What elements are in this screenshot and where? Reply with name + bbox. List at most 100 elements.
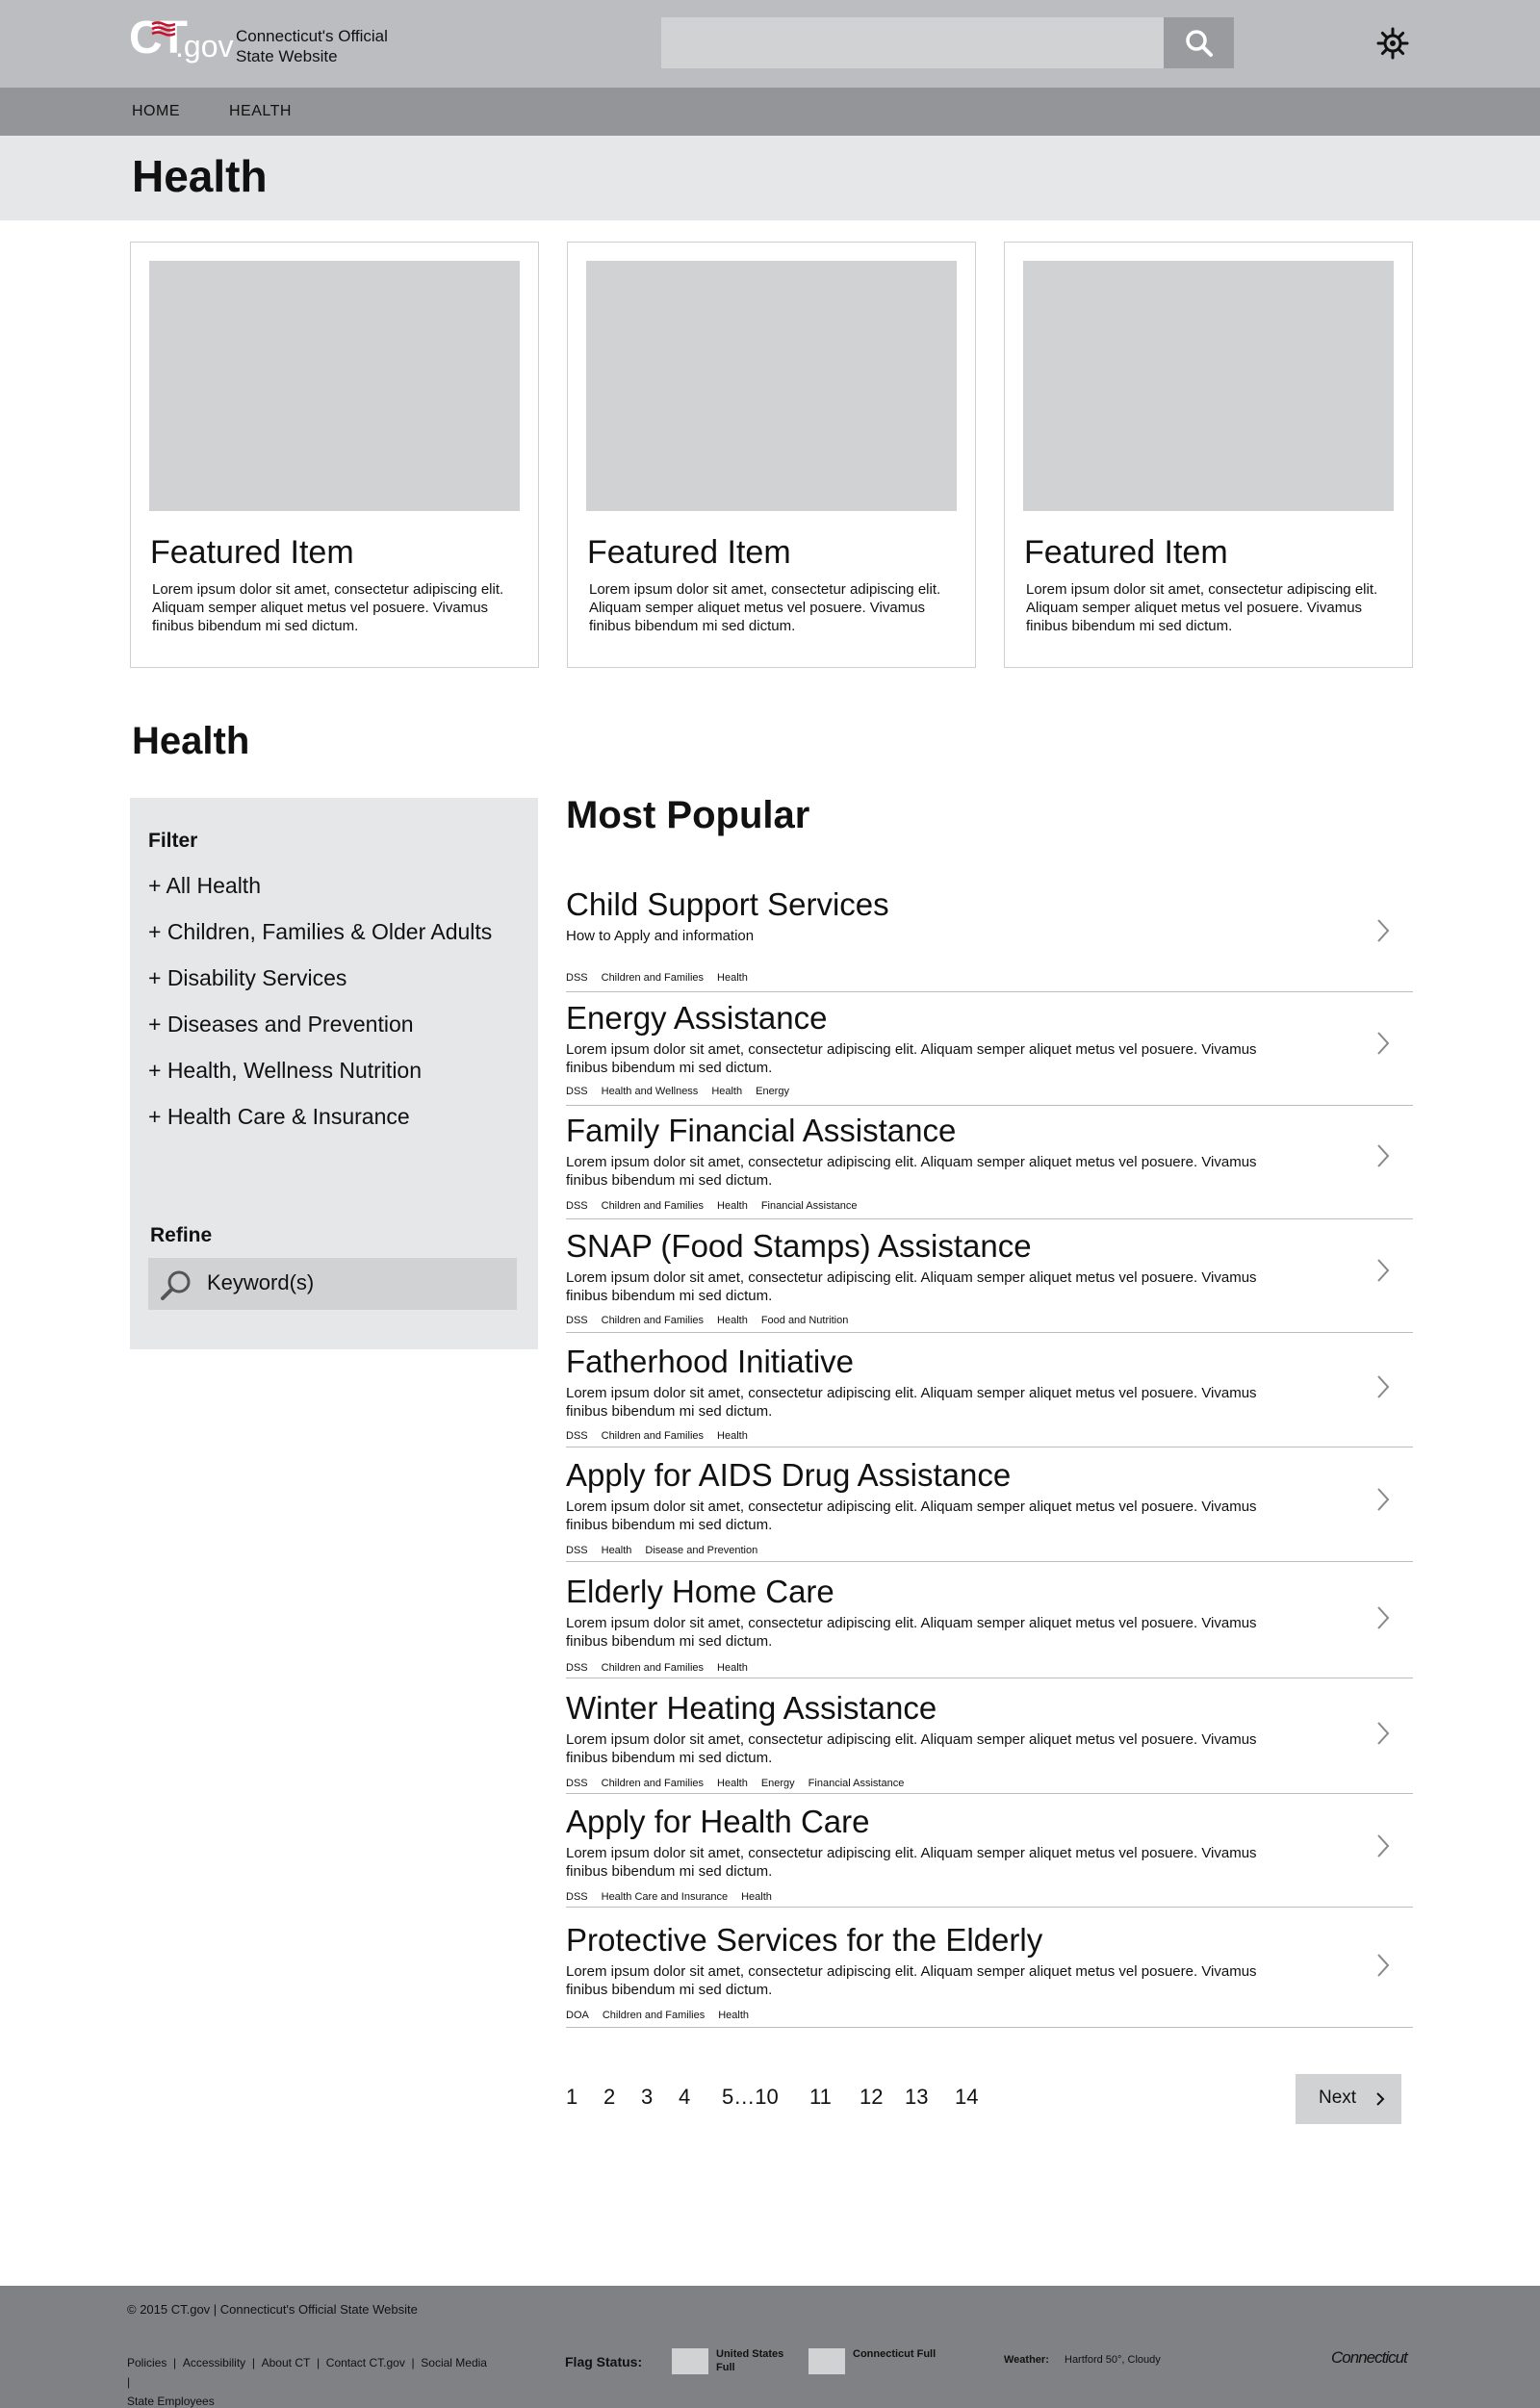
- featured-description: Lorem ipsum dolor sit amet, consectetur …: [152, 581, 504, 634]
- ct-flag-status: Connecticut Full: [853, 2348, 937, 2360]
- tag[interactable]: Health: [741, 1891, 772, 1903]
- settings-gear-icon[interactable]: [1376, 27, 1409, 60]
- list-item[interactable]: SNAP (Food Stamps) Assistance Lorem ipsu…: [566, 1219, 1413, 1333]
- chevron-right-icon[interactable]: [1374, 1030, 1392, 1057]
- tag[interactable]: Children and Families: [602, 1200, 704, 1212]
- tag[interactable]: Children and Families: [603, 2010, 705, 2021]
- chevron-right-icon[interactable]: [1374, 1373, 1392, 1400]
- tag[interactable]: Health: [717, 1662, 748, 1674]
- list-item[interactable]: Apply for Health Care Lorem ipsum dolor …: [566, 1794, 1413, 1908]
- footer-link-social[interactable]: Social Media: [421, 2356, 487, 2370]
- search-input[interactable]: [661, 17, 1164, 68]
- tag[interactable]: Children and Families: [602, 972, 704, 984]
- list-item[interactable]: Winter Heating Assistance Lorem ipsum do…: [566, 1678, 1413, 1794]
- keyword-placeholder: Keyword(s): [207, 1270, 315, 1294]
- tag[interactable]: DSS: [566, 1430, 588, 1442]
- chevron-right-icon[interactable]: [1374, 1142, 1392, 1169]
- list-item[interactable]: Protective Services for the Elderly Lore…: [566, 1908, 1413, 2028]
- chevron-right-icon[interactable]: [1374, 1832, 1392, 1859]
- footer-link-policies[interactable]: Policies: [127, 2356, 167, 2370]
- filter-health-care-insurance[interactable]: + Health Care & Insurance: [148, 1104, 410, 1130]
- list-item[interactable]: Energy Assistance Lorem ipsum dolor sit …: [566, 992, 1413, 1106]
- tag[interactable]: Health Care and Insurance: [602, 1891, 728, 1903]
- filter-health-wellness[interactable]: + Health, Wellness Nutrition: [148, 1058, 422, 1084]
- item-tags: DSS Children and Families Health Food and N…: [566, 1315, 861, 1326]
- tag[interactable]: DSS: [566, 1315, 588, 1326]
- filter-diseases-prevention[interactable]: + Diseases and Prevention: [148, 1012, 414, 1037]
- tag[interactable]: DOA: [566, 2010, 589, 2021]
- item-title: Apply for AIDS Drug Assistance: [566, 1457, 1012, 1493]
- page-title: Health: [132, 151, 268, 201]
- footer-link-about[interactable]: About CT: [262, 2356, 311, 2370]
- tag[interactable]: DSS: [566, 1086, 588, 1097]
- page-link[interactable]: 4: [679, 2085, 690, 2110]
- tag[interactable]: Children and Families: [602, 1778, 704, 1789]
- page-link[interactable]: 12: [860, 2085, 883, 2110]
- flag-icon: [151, 21, 175, 37]
- tag[interactable]: DSS: [566, 1545, 588, 1556]
- footer-link-employees[interactable]: State Employees: [127, 2395, 215, 2408]
- filter-disability-services[interactable]: + Disability Services: [148, 965, 346, 991]
- page-link[interactable]: 2: [603, 2085, 615, 2110]
- chevron-right-icon[interactable]: [1374, 917, 1392, 944]
- search-button[interactable]: [1164, 17, 1234, 68]
- tag[interactable]: Health: [717, 972, 748, 984]
- next-label: Next: [1319, 2088, 1357, 2108]
- list-item[interactable]: Fatherhood Initiative Lorem ipsum dolor …: [566, 1333, 1413, 1447]
- chevron-right-icon[interactable]: [1374, 1604, 1392, 1631]
- nav-home[interactable]: HOME: [132, 103, 180, 120]
- page-link[interactable]: 3: [641, 2085, 653, 2110]
- tag[interactable]: Children and Families: [602, 1430, 704, 1442]
- tag[interactable]: Energy: [756, 1086, 789, 1097]
- tag[interactable]: Disease and Prevention: [645, 1545, 757, 1556]
- list-item[interactable]: Apply for AIDS Drug Assistance Lorem ips…: [566, 1447, 1413, 1562]
- featured-card[interactable]: Featured Item Lorem ipsum dolor sit amet…: [130, 242, 539, 668]
- list-item[interactable]: Family Financial Assistance Lorem ipsum …: [566, 1106, 1413, 1219]
- tag[interactable]: Food and Nutrition: [761, 1315, 849, 1326]
- chevron-right-icon[interactable]: [1374, 1720, 1392, 1747]
- tag[interactable]: Health: [717, 1430, 748, 1442]
- footer-link-accessibility[interactable]: Accessibility: [183, 2356, 245, 2370]
- tag[interactable]: Health: [602, 1545, 632, 1556]
- page-link[interactable]: 11: [809, 2085, 832, 2110]
- list-item[interactable]: Elderly Home Care Lorem ipsum dolor sit …: [566, 1562, 1413, 1678]
- filter-children-families[interactable]: + Children, Families & Older Adults: [148, 919, 492, 945]
- tag[interactable]: Health and Wellness: [602, 1086, 699, 1097]
- page-link[interactable]: 14: [955, 2085, 978, 2110]
- tag[interactable]: DSS: [566, 1662, 588, 1674]
- page-link[interactable]: 1: [566, 2085, 578, 2110]
- tag[interactable]: Health: [717, 1200, 748, 1212]
- tag[interactable]: Financial Assistance: [808, 1778, 905, 1789]
- tag[interactable]: DSS: [566, 972, 588, 984]
- ct-gov-logo[interactable]: CT .gov: [129, 15, 233, 69]
- chevron-right-icon[interactable]: [1374, 1486, 1392, 1513]
- tag[interactable]: DSS: [566, 1200, 588, 1212]
- filter-all-health[interactable]: + All Health: [148, 873, 261, 899]
- page-link[interactable]: 5…10: [722, 2085, 779, 2110]
- item-title: Family Financial Assistance: [566, 1113, 957, 1148]
- tag[interactable]: Financial Assistance: [761, 1200, 858, 1212]
- tag[interactable]: Health: [717, 1778, 748, 1789]
- keyword-search-input[interactable]: [148, 1258, 517, 1310]
- featured-card[interactable]: Featured Item Lorem ipsum dolor sit amet…: [1004, 242, 1413, 668]
- nav-health[interactable]: HEALTH: [229, 103, 292, 120]
- tag[interactable]: Energy: [761, 1778, 795, 1789]
- search-icon: [161, 1270, 191, 1300]
- tag[interactable]: DSS: [566, 1778, 588, 1789]
- list-item[interactable]: Child Support Services How to Apply and …: [566, 884, 1413, 992]
- chevron-right-icon[interactable]: [1374, 1952, 1392, 1979]
- item-tags: DSS Children and Families Health: [566, 1430, 761, 1442]
- chevron-right-icon[interactable]: [1374, 1257, 1392, 1284]
- ct-flag-icon: [808, 2348, 845, 2374]
- tag[interactable]: Health: [711, 1086, 742, 1097]
- featured-card[interactable]: Featured Item Lorem ipsum dolor sit amet…: [567, 242, 976, 668]
- tag[interactable]: Children and Families: [602, 1315, 704, 1326]
- tag[interactable]: Health: [717, 1315, 748, 1326]
- footer-link-contact[interactable]: Contact CT.gov: [326, 2356, 405, 2370]
- tag[interactable]: DSS: [566, 1891, 588, 1903]
- tag[interactable]: Children and Families: [602, 1662, 704, 1674]
- page-link[interactable]: 13: [905, 2085, 928, 2110]
- tag[interactable]: Health: [718, 2010, 749, 2021]
- item-description: Lorem ipsum dolor sit amet, consectetur …: [566, 1615, 1257, 1650]
- connecticut-logo[interactable]: Connecticut: [1331, 2348, 1408, 2368]
